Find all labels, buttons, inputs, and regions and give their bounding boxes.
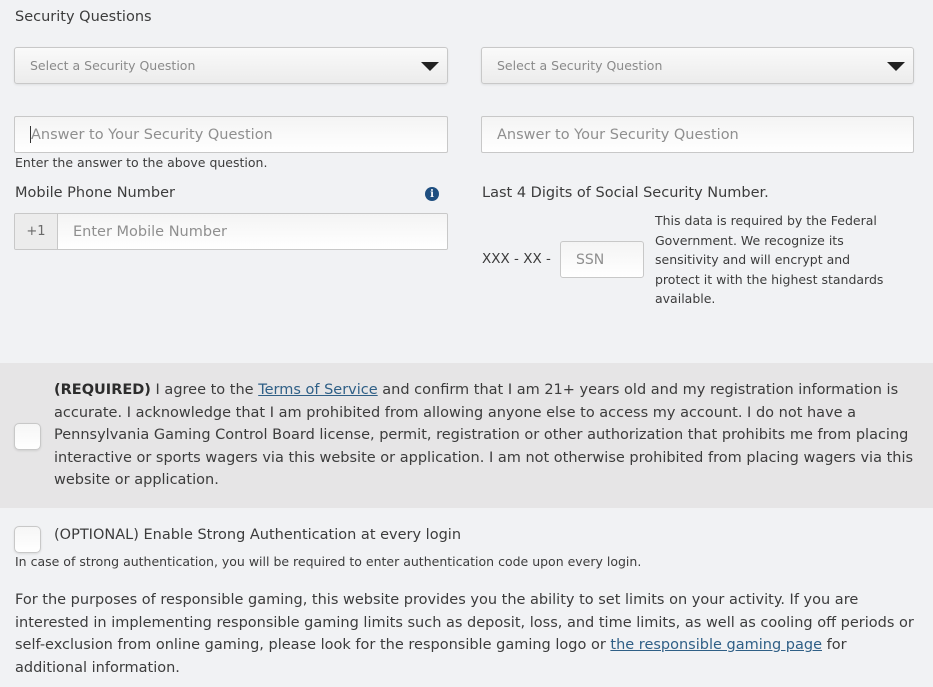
security-question-1-select[interactable]: Select a Security Question: [14, 47, 448, 84]
terms-of-service-link[interactable]: Terms of Service: [258, 382, 377, 398]
responsible-gaming-link[interactable]: the responsible gaming page: [610, 637, 822, 653]
section-title: Security Questions: [15, 9, 152, 25]
security-question-1-placeholder: Select a Security Question: [30, 58, 196, 73]
ssn-note: This data is required by the Federal Gov…: [655, 213, 884, 306]
strong-auth-hint: In case of strong authentication, you wi…: [15, 554, 642, 569]
answer-hint: Enter the answer to the above question.: [15, 155, 268, 170]
phone-placeholder: Enter Mobile Number: [73, 223, 227, 240]
strong-auth-label: (OPTIONAL) Enable Strong Authentication …: [54, 527, 462, 543]
security-answer-2-input[interactable]: Answer to Your Security Question: [481, 116, 914, 153]
security-answer-1-placeholder: Answer to Your Security Question: [31, 126, 273, 143]
responsible-gaming-text: For the purposes of responsible gaming, …: [15, 589, 920, 679]
phone-input[interactable]: Enter Mobile Number: [58, 214, 447, 249]
strong-auth-checkbox[interactable]: [14, 526, 41, 553]
caret-down-icon: [421, 62, 439, 71]
ssn-mask-prefix: XXX - XX -: [482, 251, 551, 267]
terms-text: (REQUIRED) I agree to the Terms of Servi…: [54, 379, 924, 492]
phone-field: +1 Enter Mobile Number: [14, 213, 448, 250]
required-tag: (REQUIRED): [54, 382, 151, 398]
terms-text-part: I agree to the: [150, 382, 259, 398]
ssn-placeholder: SSN: [576, 251, 605, 268]
security-question-2-placeholder: Select a Security Question: [497, 58, 663, 73]
terms-checkbox[interactable]: [14, 423, 41, 450]
security-answer-1-input[interactable]: Answer to Your Security Question: [14, 116, 448, 153]
security-question-2-select[interactable]: Select a Security Question: [481, 47, 914, 84]
country-code-prefix: +1: [15, 214, 58, 249]
security-answer-2-placeholder: Answer to Your Security Question: [497, 126, 739, 143]
caret-down-icon: [887, 62, 905, 71]
phone-label: Mobile Phone Number: [15, 185, 175, 201]
info-circle-icon[interactable]: i: [425, 187, 439, 201]
ssn-label: Last 4 Digits of Social Security Number.: [482, 185, 769, 201]
ssn-input[interactable]: SSN: [560, 241, 644, 278]
